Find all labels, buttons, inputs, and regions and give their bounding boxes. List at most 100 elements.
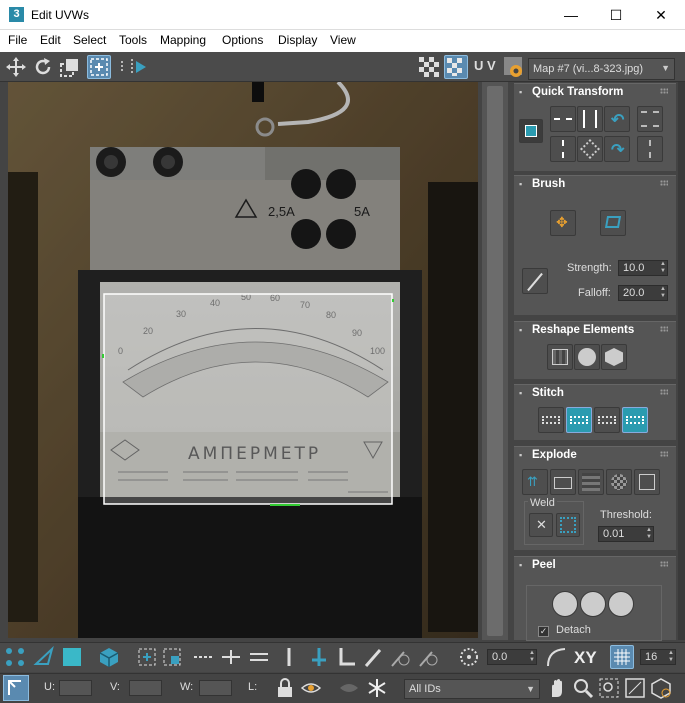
flatten-by-smoothing-icon[interactable] — [606, 469, 632, 495]
stitch-custom-icon[interactable] — [538, 407, 564, 433]
face-select-icon[interactable] — [61, 646, 83, 668]
loop-select-icon[interactable] — [278, 646, 300, 668]
peel-mode-icon[interactable] — [580, 591, 606, 617]
flatten-by-polygon-icon[interactable] — [578, 469, 604, 495]
collapse-icon[interactable]: ▪ — [519, 450, 522, 460]
stitch-to-source-icon[interactable] — [622, 407, 648, 433]
mirror-icon[interactable] — [118, 55, 150, 79]
linear-align-icon[interactable] — [637, 136, 663, 162]
space-vertical-icon[interactable] — [577, 106, 603, 132]
minimize-button[interactable]: — — [548, 0, 594, 30]
select-overlap-icon[interactable] — [308, 646, 330, 668]
uv-editor-viewport[interactable]: 2,5A 5A 0 20 30 40 50 60 70 80 90 100 АМ… — [8, 82, 478, 638]
threshold-spinner[interactable]: 0.01 — [598, 526, 654, 542]
flatten-by-material-icon[interactable] — [634, 469, 660, 495]
curve-icon[interactable] — [545, 646, 567, 668]
map-dropdown[interactable]: Map #7 (vi...8-323.jpg) ▼ — [528, 58, 675, 80]
v-field[interactable] — [129, 680, 162, 696]
grip-icon[interactable] — [660, 326, 668, 332]
scale-icon[interactable] — [58, 55, 84, 79]
panel-scrollbar[interactable] — [678, 82, 685, 640]
grip-icon[interactable] — [660, 389, 668, 395]
vertex-select-icon[interactable] — [4, 646, 26, 668]
rollout-title[interactable]: Quick Transform — [532, 86, 623, 98]
menu-mapping[interactable]: Mapping — [160, 33, 206, 47]
zoom-icon[interactable] — [572, 677, 594, 699]
weld-all-icon[interactable] — [556, 513, 580, 537]
rollout-title[interactable]: Stitch — [532, 387, 564, 399]
menu-display[interactable]: Display — [278, 33, 317, 47]
rollout-title[interactable]: Peel — [532, 559, 556, 571]
menu-file[interactable]: File — [8, 33, 27, 47]
grip-icon[interactable] — [660, 561, 668, 567]
menu-view[interactable]: View — [330, 33, 356, 47]
rotate-cw-icon[interactable]: ↷ — [604, 136, 630, 162]
relax-brush-icon[interactable] — [600, 210, 626, 236]
relax-icon[interactable] — [574, 344, 600, 370]
peel-reset-icon[interactable] — [608, 591, 634, 617]
grip-icon[interactable] — [660, 451, 668, 457]
grid-spinner[interactable]: 16 — [640, 649, 676, 665]
collapse-icon[interactable]: ▪ — [519, 87, 522, 97]
menu-edit[interactable]: Edit — [40, 33, 61, 47]
menu-select[interactable]: Select — [73, 33, 106, 47]
collapse-icon[interactable]: ▪ — [519, 388, 522, 398]
transform-pivot-icon[interactable] — [519, 119, 543, 143]
rotate-icon[interactable] — [31, 55, 55, 79]
select-flipped-icon[interactable] — [335, 646, 357, 668]
strength-spinner[interactable]: 10.0 — [618, 260, 668, 276]
map-settings-icon[interactable] — [502, 55, 526, 79]
paint-select-icon[interactable] — [161, 646, 183, 668]
lock-icon[interactable] — [274, 677, 296, 699]
brush-select-icon[interactable] — [362, 646, 384, 668]
angle-spinner[interactable]: 0.0 — [487, 649, 537, 665]
align-to-edge-icon[interactable] — [637, 106, 663, 132]
paint-move-icon[interactable]: ✥ — [550, 210, 576, 236]
menu-options[interactable]: Options — [222, 33, 263, 47]
move-icon[interactable] — [4, 55, 28, 79]
zoom-extents-icon[interactable] — [624, 677, 646, 699]
relax-settings-icon[interactable] — [601, 344, 627, 370]
element-select-icon[interactable] — [98, 646, 120, 668]
ring-select-icon[interactable] — [192, 646, 214, 668]
stitch-to-target-icon[interactable] — [566, 407, 592, 433]
maximize-button[interactable]: ☐ — [593, 0, 639, 30]
checker-toggle-icon[interactable] — [417, 55, 441, 79]
falloff-curve-icon[interactable] — [522, 268, 548, 294]
material-id-dropdown[interactable]: All IDs ▼ — [404, 679, 540, 699]
freeze-icon[interactable] — [366, 677, 388, 699]
soft-select-falloff-icon[interactable] — [416, 646, 438, 668]
rect-select-icon[interactable] — [136, 646, 158, 668]
straighten-selection-icon[interactable] — [547, 344, 573, 370]
space-horizontal-icon[interactable] — [577, 136, 603, 162]
rollout-title[interactable]: Brush — [532, 178, 565, 190]
menu-tools[interactable]: Tools — [119, 33, 147, 47]
falloff-spinner[interactable]: 20.0 — [618, 285, 668, 301]
scrollbar-thumb[interactable] — [487, 86, 503, 636]
stitch-average-icon[interactable] — [594, 407, 620, 433]
rollout-title[interactable]: Explode — [532, 449, 577, 461]
shrink-select-icon[interactable] — [248, 646, 270, 668]
collapse-icon[interactable]: ▪ — [519, 325, 522, 335]
break-icon[interactable]: ⇈ — [522, 469, 548, 495]
quick-peel-icon[interactable] — [552, 591, 578, 617]
zoom-selected-icon[interactable] — [650, 677, 672, 699]
rollout-title[interactable]: Reshape Elements — [532, 324, 634, 336]
grip-icon[interactable] — [660, 88, 668, 94]
rotate-ccw-icon[interactable]: ↶ — [604, 106, 630, 132]
hide-icon[interactable] — [300, 677, 322, 699]
zoom-region-icon[interactable] — [598, 677, 620, 699]
filter-icon[interactable] — [338, 677, 360, 699]
weld-selected-icon[interactable]: ✕ — [529, 513, 553, 537]
detach-checkbox[interactable]: ✓ — [538, 626, 549, 637]
detach-edge-icon[interactable] — [550, 469, 576, 495]
grow-select-icon[interactable] — [220, 646, 242, 668]
grip-icon[interactable] — [660, 180, 668, 186]
close-button[interactable]: ✕ — [638, 0, 684, 30]
edge-select-icon[interactable] — [33, 646, 55, 668]
collapse-icon[interactable]: ▪ — [519, 179, 522, 189]
xy-toggle[interactable]: XY — [574, 648, 597, 668]
w-field[interactable] — [199, 680, 232, 696]
align-vertical-icon[interactable] — [550, 136, 576, 162]
collapse-icon[interactable]: ▪ — [519, 560, 522, 570]
